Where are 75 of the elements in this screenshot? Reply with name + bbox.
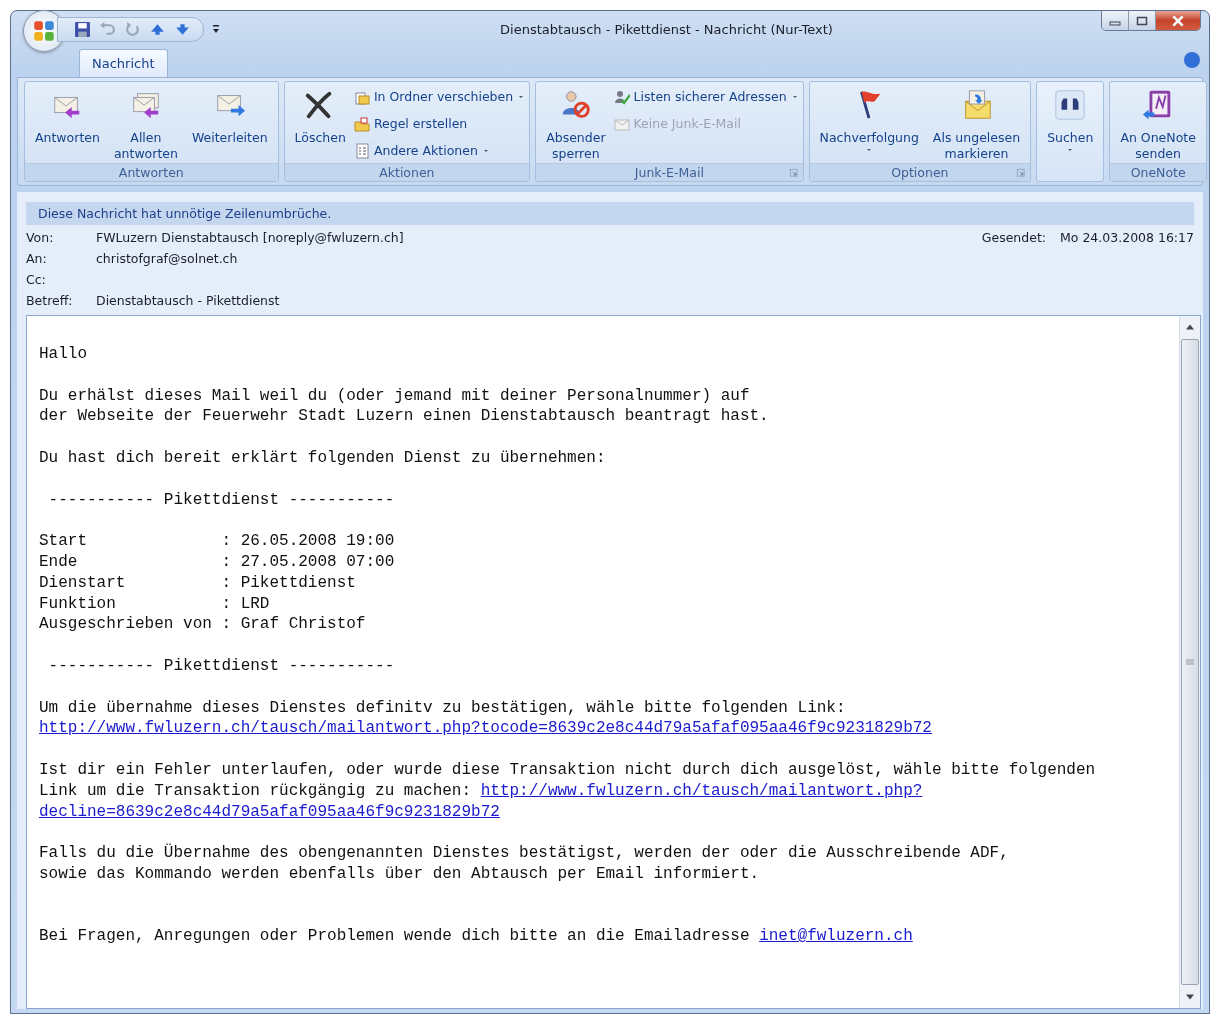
body-text: Du hast dich bereit erklärt folgenden Dienst zu übernehmen: xyxy=(39,449,606,467)
office-logo-icon xyxy=(31,18,57,44)
ribbon-button[interactable]: Nachverfolgung xyxy=(813,84,925,163)
maximize-icon xyxy=(1136,15,1148,26)
body-text: sowie das Kommando werden ebenfalls über den Abtausch per Email informiert. xyxy=(39,864,760,883)
field-label: Betreff: xyxy=(26,293,74,308)
caret-icon xyxy=(865,146,874,154)
group-label: Aktionen xyxy=(379,165,435,180)
group-label: Junk-E-Mail xyxy=(634,165,704,180)
field-value: FWLuzern Dienstabtausch [noreply@fwluzern.ch] xyxy=(96,230,404,245)
body-text: Falls du die Übernahme des obengenannten Dienstes bestätigst, werden der oder die Ausschreibende ADF, xyxy=(39,844,1009,863)
customize-toolbar-icon[interactable] xyxy=(212,24,220,34)
ribbon-button[interactable]: Antworten xyxy=(29,84,106,163)
ribbon-button[interactable]: Listen sicherer Adressen xyxy=(613,87,799,107)
info-bar: Diese Nachricht hat unnötige Zeilenumbrüche. xyxy=(26,202,1194,225)
body-text: Ist dir ein Fehler unterlaufen, oder wurde diese Transaktion nicht durch dich ausgelöst, wähle bitte folgenden xyxy=(39,760,1096,779)
field-label: Gesendet: xyxy=(981,230,1046,245)
dialog-launcher-icon[interactable] xyxy=(1016,168,1027,178)
ribbon-button[interactable]: Absender sperren xyxy=(540,84,612,163)
window-title: Dienstabtausch - Pikettdienst - Nachricht (Nur-Text) xyxy=(499,21,834,37)
ribbon-button[interactable]: Weiterleiten xyxy=(185,84,274,163)
ribbon-button[interactable]: Suchen xyxy=(1041,84,1100,181)
ribbon-button[interactable]: Löschen xyxy=(288,84,352,163)
folder-move-icon xyxy=(353,89,370,105)
dialog-launcher-icon[interactable] xyxy=(788,168,799,178)
ribbon-button[interactable]: An OneNote senden xyxy=(1114,84,1202,163)
body-text: Ende : 27.05.2008 07:00 xyxy=(39,552,395,571)
group-label: Antworten xyxy=(118,165,184,180)
close-button[interactable] xyxy=(1156,11,1200,30)
save-icon[interactable] xyxy=(74,20,91,38)
ribbon-button[interactable]: Andere Aktionen xyxy=(353,141,526,161)
body-text: ----------- Pikettdienst ----------- xyxy=(47,656,395,675)
list-icon xyxy=(353,143,370,159)
undo-icon[interactable] xyxy=(99,20,116,38)
body-text: Start : 26.05.2008 19:00 xyxy=(39,532,395,551)
scroll-down-icon[interactable] xyxy=(1185,994,1195,1001)
body-text: Du erhälst dieses Mail weil du (oder jemand mit deiner Personalnummer) auf xyxy=(39,386,750,405)
people-check-icon xyxy=(613,89,630,105)
ribbon-button[interactable]: In Ordner verschieben xyxy=(353,87,526,107)
link[interactable]: inet@fwluzern.ch xyxy=(759,927,913,946)
folder-rule-icon xyxy=(353,116,370,132)
ribbon-tab[interactable]: Nachricht xyxy=(79,49,168,77)
link[interactable]: decline=8639c2e8c44d79a5afaf095aa46f9c9231829b72 xyxy=(39,802,500,821)
close-icon xyxy=(1171,14,1185,27)
ribbon-button[interactable]: Allen antworten xyxy=(107,84,184,163)
ribbon-button[interactable]: Als ungelesen markieren xyxy=(926,84,1027,163)
field-label: Cc: xyxy=(26,272,47,287)
redo-icon[interactable] xyxy=(124,20,141,38)
field-label: An: xyxy=(26,251,48,266)
group-label: Optionen xyxy=(891,165,949,180)
group-label: OneNote xyxy=(1130,165,1186,180)
body-text: ----------- Pikettdienst ----------- xyxy=(47,490,395,509)
body-text: Ausgeschrieben von : Graf Christof xyxy=(39,615,366,634)
body-text: Link um die Transaktion rückgängig zu machen: xyxy=(39,781,473,800)
binoculars-icon xyxy=(1053,88,1088,122)
field-value: Mo 24.03.2008 16:17 xyxy=(1060,230,1194,245)
body-text: Hallo xyxy=(39,345,87,363)
maximize-button[interactable] xyxy=(1129,11,1156,30)
body-text: Bei Fragen, Anregungen oder Problemen wende dich bitte an die Emailadresse xyxy=(39,927,751,946)
field-value: christofgraf@solnet.ch xyxy=(96,251,238,266)
caret-icon xyxy=(517,93,526,101)
caret-icon xyxy=(1066,146,1075,154)
scroll-up-icon[interactable] xyxy=(1185,323,1195,330)
scrollbar-thumb[interactable] xyxy=(1181,339,1199,985)
body-text: Funktion : LRD xyxy=(39,594,270,613)
field-value: Dienstabtausch - Pikettdienst xyxy=(96,293,280,308)
body-text: der Webseite der Feuerwehr Stadt Luzern einen Dienstabtausch beantragt hast. xyxy=(39,407,769,426)
link[interactable]: http://www.fwluzern.ch/tausch/mailantwort.php?tocode=8639c2e8c44d79a5afaf095aa46f9c9231829b72 xyxy=(39,719,932,738)
link[interactable]: http://www.fwluzern.ch/tausch/mailantwort.php? xyxy=(480,781,923,800)
body-text: Um die übernahme dieses Dienstes definitv zu bestätigen, wähle bitte folgenden Link: xyxy=(39,698,846,717)
ribbon-button[interactable]: Regel erstellen xyxy=(353,114,526,134)
body-text: Dienstart : Pikettdienst xyxy=(39,573,356,592)
envelope-icon xyxy=(613,116,630,132)
field-label: Von: xyxy=(26,230,55,245)
scrollbar[interactable] xyxy=(1179,316,1200,1008)
